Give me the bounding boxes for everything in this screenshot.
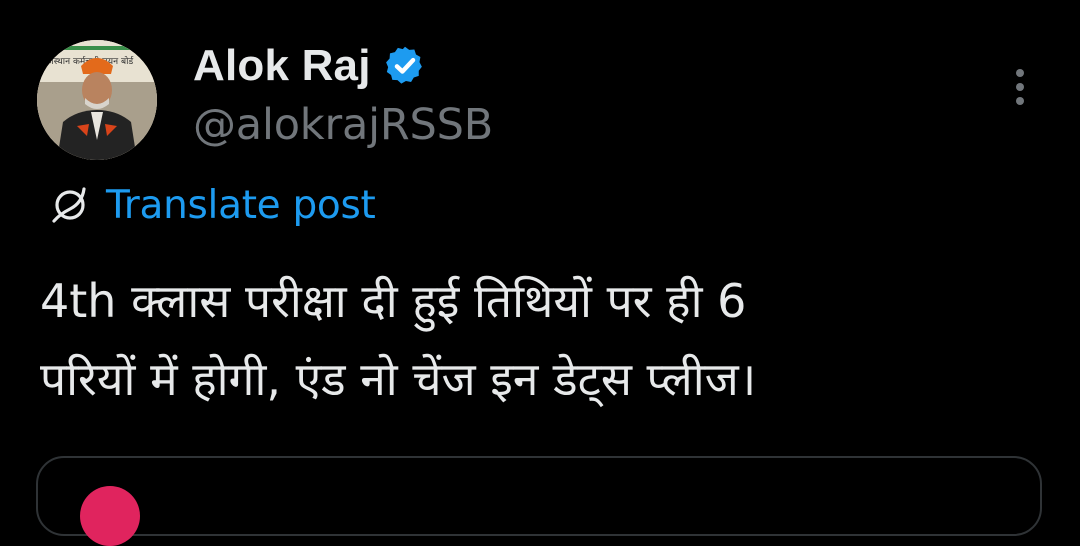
quoted-post-avatar[interactable] (80, 486, 140, 546)
post-body-text: 4th क्लास परीक्षा दी हुई तिथियों पर ही 6… (40, 262, 1040, 418)
verified-badge-icon (383, 44, 427, 88)
three-dots-vertical-icon-dot-3 (1016, 97, 1024, 105)
quoted-post-card[interactable] (36, 456, 1042, 546)
profile-photo: राजस्थान कर्मचारी चयन बोर्ड (37, 40, 157, 160)
author-display-name[interactable]: Alok Raj (193, 41, 371, 91)
translate-post-button[interactable]: Translate post (48, 180, 376, 230)
translate-post-label[interactable]: Translate post (106, 183, 376, 228)
author-name-row[interactable]: Alok Raj (193, 38, 427, 94)
three-dots-vertical-icon-dot-2 (1016, 83, 1024, 91)
author-handle[interactable]: @alokrajRSSB (193, 100, 493, 150)
globe-translate-icon (48, 183, 92, 227)
more-options-button[interactable] (1000, 62, 1040, 112)
three-dots-vertical-icon (1016, 69, 1024, 77)
post-text-line-2: परियों में होगी, एंड नो चेंज इन डेट्स प्… (40, 352, 757, 406)
post-text-line-1: 4th क्लास परीक्षा दी हुई तिथियों पर ही 6 (40, 274, 747, 328)
avatar[interactable]: राजस्थान कर्मचारी चयन बोर्ड (37, 40, 157, 160)
